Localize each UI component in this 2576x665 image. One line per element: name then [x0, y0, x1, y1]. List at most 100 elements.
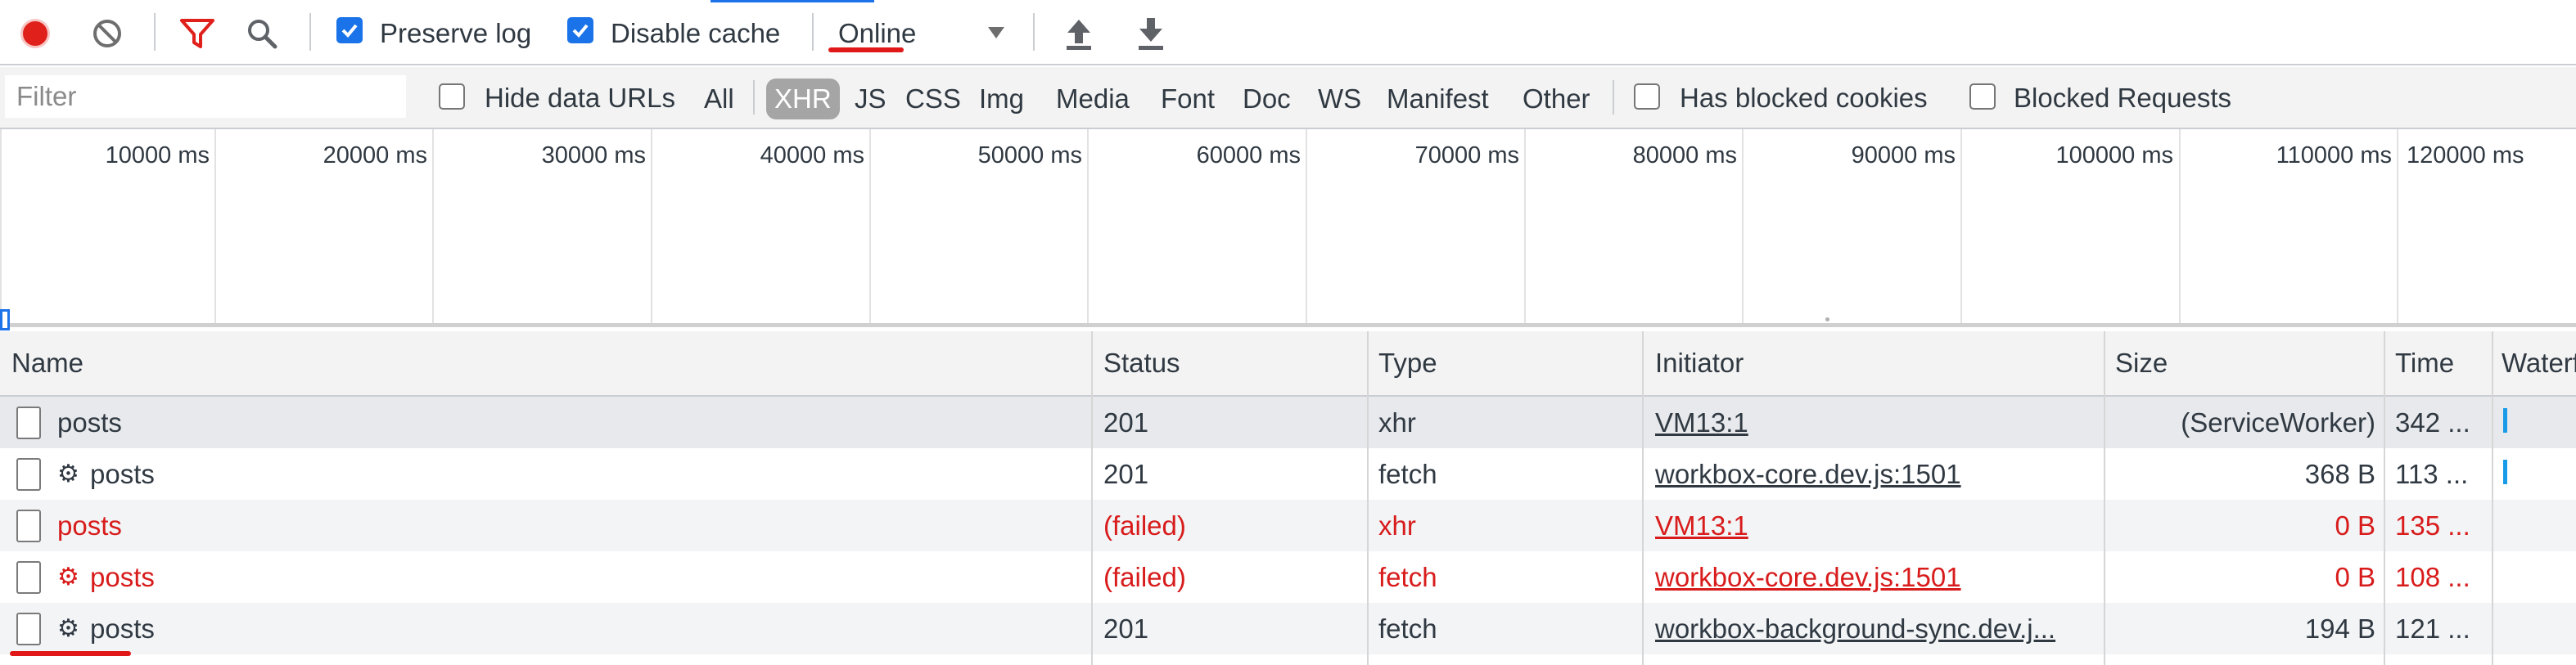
column-header-size[interactable]: Size	[2115, 331, 2377, 395]
table-row[interactable]: posts 201 xhr VM13:1 (ServiceWorker) 342…	[0, 397, 2576, 448]
disable-cache-checkbox[interactable]	[567, 17, 593, 43]
request-time: 113 ...	[2395, 459, 2469, 489]
request-status: 201	[1103, 459, 1149, 489]
overview-divider	[869, 129, 871, 323]
request-initiator-link[interactable]: workbox-background-sync.dev.j...	[1655, 603, 2097, 654]
type-filter-doc[interactable]: Doc	[1243, 79, 1291, 119]
overview-tick-label: 60000 ms	[1196, 142, 1301, 168]
type-filter-ws[interactable]: WS	[1318, 79, 1361, 119]
column-divider[interactable]	[2492, 331, 2493, 665]
overview-selection-handle[interactable]	[0, 309, 10, 330]
type-filter-all[interactable]: All	[704, 79, 734, 119]
search-button[interactable]	[244, 16, 280, 51]
record-button[interactable]	[18, 16, 52, 51]
request-initiator-link[interactable]: VM13:1	[1655, 397, 2097, 448]
type-filter-media[interactable]: Media	[1056, 79, 1130, 119]
file-icon	[16, 407, 41, 439]
column-divider[interactable]	[2104, 331, 2105, 665]
column-header-waterfall[interactable]: Waterfall	[2502, 331, 2576, 395]
active-tab-indicator	[711, 0, 874, 2]
overview-tick-label: 10000 ms	[105, 142, 210, 168]
filter-input[interactable]	[5, 75, 406, 118]
blocked-requests-label[interactable]: Blocked Requests	[2014, 82, 2231, 115]
request-initiator-link[interactable]: workbox-core.dev.js:1501	[1655, 448, 2097, 500]
overview-divider	[651, 129, 652, 323]
overview-tick-label: 70000 ms	[1414, 142, 1519, 168]
annotation-underline	[828, 47, 904, 52]
preserve-log-label[interactable]: Preserve log	[380, 17, 531, 50]
hide-data-urls-label[interactable]: Hide data URLs	[485, 82, 675, 115]
table-row[interactable]: ⚙ posts (failed) fetch workbox-core.dev.…	[0, 551, 2576, 603]
chevron-down-icon	[988, 27, 1004, 38]
request-size: (ServiceWorker)	[2181, 407, 2375, 438]
request-type: fetch	[1378, 459, 1437, 489]
annotation-underline	[10, 651, 131, 656]
overview-divider	[1306, 129, 1307, 323]
checkmark-icon	[572, 24, 589, 38]
overview-divider	[1960, 129, 1962, 323]
export-har-button[interactable]	[1133, 15, 1169, 52]
service-worker-gear-icon: ⚙	[57, 461, 79, 488]
overview-request-dot	[1825, 317, 1829, 321]
clear-icon	[93, 20, 121, 47]
overview-tick-label: 20000 ms	[323, 142, 427, 168]
request-initiator-link[interactable]: VM13:1	[1655, 500, 2097, 551]
request-status: (failed)	[1103, 510, 1186, 541]
column-divider[interactable]	[1091, 331, 1093, 665]
request-time: 342 ...	[2395, 407, 2470, 438]
overview-timeline[interactable]: 10000 ms 20000 ms 30000 ms 40000 ms 5000…	[0, 129, 2576, 330]
column-divider[interactable]	[1642, 331, 1644, 665]
request-size: 0 B	[2335, 510, 2375, 541]
type-filter-manifest[interactable]: Manifest	[1387, 79, 1489, 119]
file-icon	[16, 458, 41, 491]
checkmark-icon	[341, 24, 358, 38]
overview-tick-label: 30000 ms	[541, 142, 646, 168]
table-row[interactable]: ⚙ posts 201 fetch workbox-background-syn…	[0, 603, 2576, 654]
hide-data-urls-checkbox[interactable]	[439, 83, 465, 110]
column-divider[interactable]	[1367, 331, 1369, 665]
overview-divider	[1742, 129, 1744, 323]
request-name: posts	[90, 459, 155, 489]
devtools-network-panel: Preserve log Disable cache Online Filter…	[0, 0, 2576, 665]
type-filter-img[interactable]: Img	[979, 79, 1024, 119]
throttling-value: Online	[838, 18, 917, 48]
request-time: 135 ...	[2395, 510, 2470, 541]
request-name: posts	[90, 562, 155, 592]
record-icon	[20, 19, 50, 48]
column-header-status[interactable]: Status	[1103, 331, 1362, 395]
network-toolbar: Preserve log Disable cache Online	[0, 0, 2576, 65]
column-divider[interactable]	[2384, 331, 2385, 665]
clear-button[interactable]	[90, 16, 124, 51]
request-name: posts	[57, 407, 122, 438]
filter-toggle-button[interactable]	[178, 16, 216, 51]
has-blocked-cookies-label[interactable]: Has blocked cookies	[1680, 82, 1928, 115]
column-header-time[interactable]: Time	[2395, 331, 2480, 395]
disable-cache-label[interactable]: Disable cache	[611, 17, 780, 50]
request-size: 0 B	[2335, 562, 2375, 592]
request-size: 368 B	[2304, 459, 2375, 489]
import-har-button[interactable]	[1061, 15, 1097, 52]
request-type: fetch	[1378, 613, 1437, 644]
overview-tick-label: 90000 ms	[1851, 142, 1956, 168]
table-row[interactable]: ⚙ posts 201 fetch workbox-core.dev.js:15…	[0, 448, 2576, 500]
blocked-requests-checkbox[interactable]	[1969, 83, 1996, 110]
has-blocked-cookies-checkbox[interactable]	[1634, 83, 1660, 110]
service-worker-gear-icon: ⚙	[57, 564, 79, 591]
type-filter-xhr[interactable]: XHR	[766, 79, 840, 119]
column-header-initiator[interactable]: Initiator	[1655, 331, 2097, 395]
table-row[interactable]: posts (failed) xhr VM13:1 0 B 135 ...	[0, 500, 2576, 551]
overview-divider	[432, 129, 434, 323]
request-initiator-link[interactable]: workbox-core.dev.js:1501	[1655, 551, 2097, 603]
file-icon	[16, 510, 41, 542]
overview-tick-label: 110000 ms	[2276, 142, 2392, 168]
column-header-type[interactable]: Type	[1378, 331, 1637, 395]
type-filter-font[interactable]: Font	[1161, 79, 1215, 119]
preserve-log-checkbox[interactable]	[336, 17, 363, 43]
request-status: (failed)	[1103, 562, 1186, 592]
request-time: 121 ...	[2395, 613, 2470, 644]
download-icon	[1139, 18, 1163, 50]
type-filter-js[interactable]: JS	[855, 79, 886, 119]
type-filter-css[interactable]: CSS	[905, 79, 961, 119]
column-header-name[interactable]: Name	[11, 331, 1084, 395]
type-filter-other[interactable]: Other	[1523, 79, 1590, 119]
